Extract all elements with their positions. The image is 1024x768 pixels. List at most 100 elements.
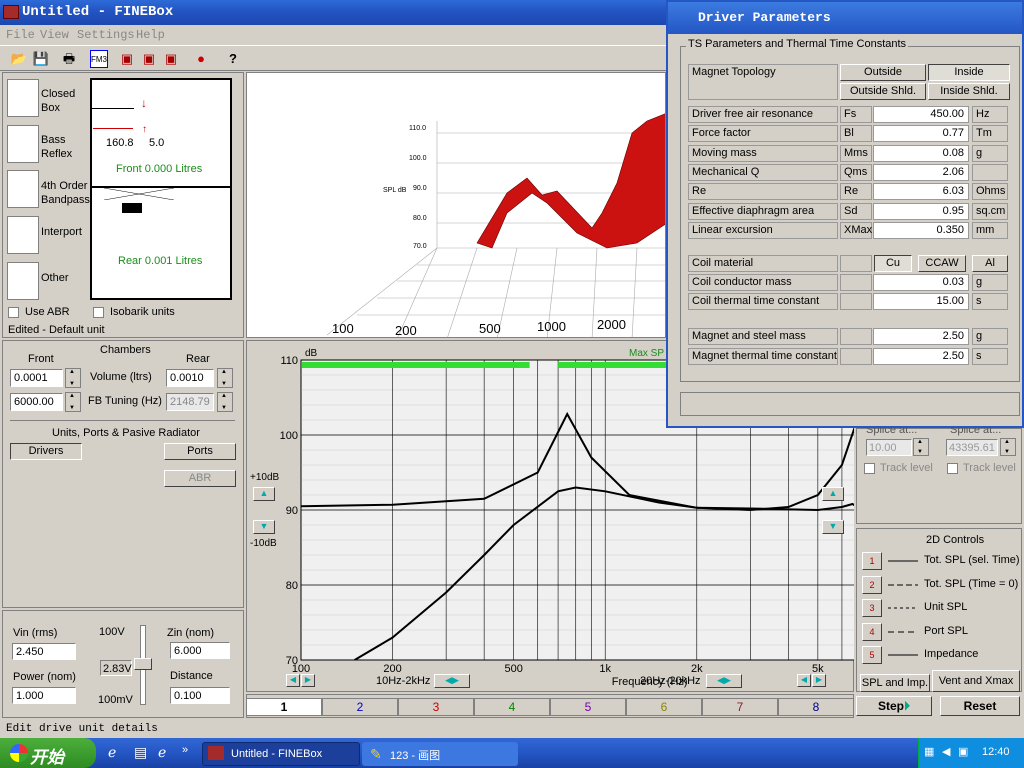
use-abr-checkbox[interactable] — [8, 307, 19, 318]
param-val[interactable]: 0.03 — [873, 274, 969, 291]
unit-tab-1[interactable]: 1 — [246, 698, 322, 716]
y2-up-arrow-icon[interactable]: ▲ — [822, 487, 844, 501]
task-paint[interactable]: 123 - 画图 — [362, 742, 518, 766]
unit-tab-4[interactable]: 4 — [474, 698, 550, 716]
plot3d-xtick: 100 — [332, 321, 354, 336]
legend-unit-spl: Unit SPL — [924, 601, 968, 613]
vin-input[interactable]: 2.450 — [12, 643, 76, 660]
up-arrow-icon[interactable]: ▲ — [253, 487, 275, 501]
al-button[interactable]: Al — [972, 255, 1008, 272]
legend-toggle-icon[interactable]: 3 — [862, 599, 882, 617]
enclosure-4th-order[interactable]: 4th Order Bandpass — [41, 179, 90, 207]
legend-toggle-icon[interactable]: 2 — [862, 575, 882, 594]
closed-box-icon[interactable] — [7, 79, 39, 117]
power-input[interactable]: 1.000 — [12, 687, 76, 704]
inside-button[interactable]: Inside — [928, 64, 1010, 81]
media-icon[interactable]: ▤ — [134, 744, 147, 761]
menu-help[interactable]: Help — [136, 28, 165, 42]
range1-arrows-icon[interactable]: ◀▶ — [434, 674, 470, 688]
enclosure-interport[interactable]: Interport — [41, 226, 82, 238]
box-icon[interactable]: ▣ — [118, 50, 136, 68]
save-icon[interactable]: 💾 — [32, 50, 50, 68]
tab-vent-xmax[interactable]: Vent and Xmax — [932, 670, 1020, 692]
range2-arrows-icon[interactable]: ◀▶ — [706, 674, 742, 688]
network-icon[interactable]: ▣ — [958, 745, 968, 758]
param-val[interactable]: 450.00 — [873, 106, 969, 123]
down-arrow-icon[interactable]: ▼ — [253, 520, 275, 534]
keyboard-icon[interactable]: ▦ — [924, 745, 934, 758]
drivers-button[interactable]: Drivers — [10, 443, 82, 460]
unit-tab-7[interactable]: 7 — [702, 698, 778, 716]
tab-spl-imp[interactable]: SPL and Imp. — [860, 674, 930, 692]
step-button[interactable]: Step⏵ — [856, 696, 932, 716]
other-icon[interactable] — [7, 262, 39, 300]
front-fb-spinner[interactable] — [65, 392, 81, 412]
front-volume-input[interactable]: 0.0001 — [10, 369, 63, 387]
open-icon[interactable]: 📂 — [10, 50, 28, 68]
rear-volume-input[interactable]: 0.0010 — [166, 369, 214, 387]
voltage-slider-thumb[interactable] — [134, 658, 152, 670]
track2-checkbox[interactable] — [947, 463, 958, 474]
param-val[interactable]: 15.00 — [873, 293, 969, 310]
menu-settings[interactable]: Settings — [77, 28, 135, 42]
param-val[interactable]: 2.06 — [873, 163, 969, 181]
y2-down-arrow-icon[interactable]: ▼ — [822, 520, 844, 534]
inside-shld-button[interactable]: Inside Shld. — [928, 83, 1010, 100]
zin-input[interactable]: 6.000 — [170, 642, 230, 659]
more-icon[interactable]: » — [182, 744, 188, 756]
enclosure-other[interactable]: Other — [41, 272, 69, 284]
menu-file[interactable]: File — [6, 28, 35, 42]
enclosure-closed-box[interactable]: Closed Box — [41, 87, 75, 115]
param-label: Driver free air resonance — [688, 106, 838, 123]
graph-icon[interactable]: ▣ — [140, 50, 158, 68]
unit-tab-6[interactable]: 6 — [626, 698, 702, 716]
menu-view[interactable]: View — [40, 28, 69, 42]
right-arrow-icon[interactable]: ▶ — [301, 674, 315, 687]
outside-button[interactable]: Outside — [840, 64, 926, 81]
left-arrow-icon[interactable]: ◀ — [286, 674, 300, 687]
rear-volume-spinner[interactable] — [217, 368, 233, 388]
interport-icon[interactable] — [7, 216, 39, 254]
param-val[interactable]: 2.50 — [873, 348, 969, 365]
export-icon[interactable]: ▣ — [162, 50, 180, 68]
unit-tab-8[interactable]: 8 — [778, 698, 854, 716]
param-val[interactable]: 6.03 — [873, 183, 969, 201]
print-icon[interactable]: 🖶 — [60, 50, 78, 68]
cu-button[interactable]: Cu — [874, 255, 912, 272]
param-val[interactable]: 0.350 — [873, 221, 969, 239]
ccaw-button[interactable]: CCAW — [918, 255, 966, 272]
unit-tab-3[interactable]: 3 — [398, 698, 474, 716]
legend-toggle-icon[interactable]: 1 — [862, 552, 882, 570]
left-arrow-icon[interactable]: ◀ — [797, 674, 811, 687]
enclosure-bass-reflex[interactable]: Bass Reflex — [41, 133, 72, 161]
help-icon[interactable]: ? — [224, 50, 242, 68]
ie-icon[interactable]: ℯ — [108, 744, 116, 761]
reset-button[interactable]: Reset — [940, 696, 1020, 716]
param-val[interactable]: 0.95 — [873, 202, 969, 220]
browser-icon[interactable]: ℯ — [158, 744, 166, 761]
unit-tab-2[interactable]: 2 — [322, 698, 398, 716]
tray-collapse-icon[interactable]: ◀ — [942, 745, 950, 758]
legend-toggle-icon[interactable]: 5 — [862, 646, 882, 664]
param-val[interactable]: 2.50 — [873, 328, 969, 345]
legend-toggle-icon[interactable]: 4 — [862, 622, 882, 641]
outside-shld-button[interactable]: Outside Shld. — [840, 83, 926, 100]
param-sym: Sd — [840, 202, 872, 220]
plot-3d[interactable]: SPL dB 110.0 100.0 90.0 80.0 70.0 100 20… — [246, 72, 666, 338]
bandpass-icon[interactable] — [7, 170, 39, 208]
param-val[interactable]: 0.08 — [873, 144, 969, 162]
task-finebox[interactable]: Untitled - FINEBox — [202, 742, 360, 766]
front-volume-spinner[interactable] — [65, 368, 81, 388]
volume-label: Volume (ltrs) — [90, 371, 152, 383]
isobarik-checkbox[interactable] — [93, 307, 104, 318]
right-arrow-icon[interactable]: ▶ — [812, 674, 826, 687]
distance-input[interactable]: 0.100 — [170, 687, 230, 704]
track1-checkbox[interactable] — [864, 463, 875, 474]
color-icon[interactable]: ● — [192, 50, 210, 68]
param-val[interactable]: 0.77 — [873, 125, 969, 143]
bass-reflex-icon[interactable] — [7, 125, 39, 163]
front-fb-input[interactable]: 6000.00 — [10, 393, 63, 411]
unit-tab-5[interactable]: 5 — [550, 698, 626, 716]
ports-button[interactable]: Ports — [164, 443, 236, 460]
fm3-icon[interactable]: FM3 — [90, 50, 108, 68]
